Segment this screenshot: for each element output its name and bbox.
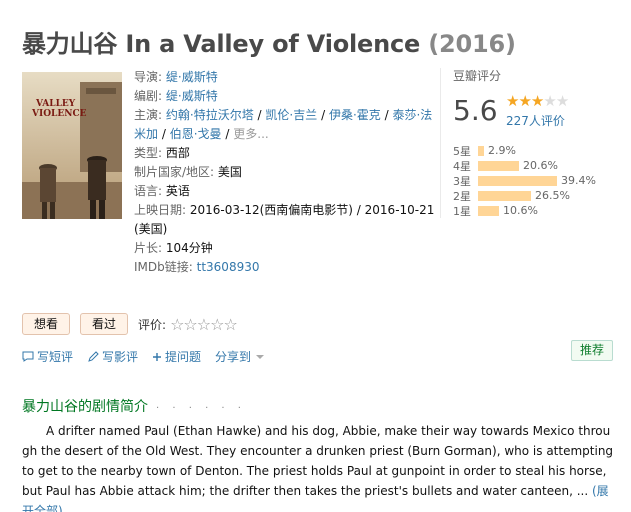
rating-row: 4星 20.6% bbox=[453, 158, 613, 173]
star-outline-icon[interactable]: ☆ bbox=[170, 315, 184, 334]
action-links: 写短评 写影评 提问题 分享到 bbox=[22, 348, 282, 365]
plus-icon bbox=[153, 352, 162, 361]
rating-row-pct: 39.4% bbox=[561, 174, 596, 187]
cast-sep: / bbox=[225, 127, 230, 141]
star-outline-icon[interactable]: ☆ bbox=[183, 315, 197, 334]
rating-row: 2星 26.5% bbox=[453, 188, 613, 203]
director-link[interactable]: 缇·威斯特 bbox=[166, 70, 218, 84]
cast-sep: / bbox=[384, 108, 389, 122]
star-icon: ★ bbox=[518, 92, 531, 110]
poster-image: VALLEY VIOLENCE bbox=[22, 72, 122, 219]
pencil-icon bbox=[88, 350, 99, 362]
imdb-link[interactable]: tt3608930 bbox=[197, 260, 260, 274]
movie-poster[interactable]: VALLEY VIOLENCE bbox=[22, 72, 122, 219]
rating-bar bbox=[478, 175, 557, 186]
writer-link[interactable]: 缇·威斯特 bbox=[166, 89, 218, 103]
cast-link[interactable]: 伯恩·戈曼 bbox=[170, 127, 222, 141]
write-review-label: 写影评 bbox=[102, 350, 139, 364]
rating-row-pct: 26.5% bbox=[535, 189, 570, 202]
star-icon: ★ bbox=[506, 92, 519, 110]
imdb-label: IMDb链接: bbox=[134, 260, 193, 274]
summary-text: A drifter named Paul (Ethan Hawke) and h… bbox=[22, 421, 615, 512]
write-review-link[interactable]: 写影评 bbox=[87, 348, 138, 365]
rating-row: 3星 39.4% bbox=[453, 173, 613, 188]
cast-sep: / bbox=[257, 108, 262, 122]
cast-sep: / bbox=[321, 108, 326, 122]
rating-bar bbox=[478, 145, 484, 156]
rating-row-pct: 10.6% bbox=[503, 204, 538, 217]
rating-row-star: 1星 bbox=[453, 204, 471, 218]
star-outline-icon[interactable]: ☆ bbox=[223, 315, 237, 334]
page-title: 暴力山谷 In a Valley of Violence (2016) bbox=[22, 24, 516, 59]
cast-row: 主演: 约翰·特拉沃尔塔 / 凯伦·吉兰 / 伊桑·霍克 / 泰莎·法米加 / … bbox=[134, 106, 439, 144]
cast-link[interactable]: 伊桑·霍克 bbox=[329, 108, 381, 122]
country-label: 制片国家/地区: bbox=[134, 165, 215, 179]
chevron-down-icon bbox=[256, 354, 265, 359]
summary-dots: · · · · · · bbox=[156, 403, 246, 414]
movie-title: 暴力山谷 In a Valley of Violence bbox=[22, 30, 421, 58]
rating-bar bbox=[478, 190, 531, 201]
rating-row-star: 4星 bbox=[453, 159, 471, 173]
cast-link[interactable]: 约翰·特拉沃尔塔 bbox=[166, 108, 254, 122]
rating-panel: 豆瓣评分 5.6 ★★★★★ 227人评价 5星 2.9% 4星 20.6% 3星 3… bbox=[440, 68, 612, 218]
write-short-review-label: 写短评 bbox=[37, 350, 74, 364]
rating-distribution: 5星 2.9% 4星 20.6% 3星 39.4% 2星 26.5% 1星 10.6% bbox=[453, 143, 613, 218]
summary-title: 暴力山谷的剧情简介 bbox=[22, 399, 148, 415]
summary-heading: 暴力山谷的剧情简介 · · · · · · bbox=[22, 396, 246, 416]
svg-text:VIOLENCE: VIOLENCE bbox=[31, 109, 87, 119]
language-value: 英语 bbox=[165, 184, 190, 198]
star-outline-icon[interactable]: ☆ bbox=[210, 315, 224, 334]
rating-bar bbox=[478, 160, 519, 171]
user-rate-label: 评价: bbox=[138, 317, 167, 332]
write-short-review-link[interactable]: 写短评 bbox=[22, 348, 73, 365]
rating-label: 豆瓣评分 bbox=[453, 69, 502, 83]
movie-year: (2016) bbox=[428, 30, 516, 58]
star-outline-icon[interactable]: ☆ bbox=[197, 315, 211, 334]
rating-stars: ★★★★★ bbox=[506, 92, 569, 110]
runtime-label: 片长: bbox=[134, 241, 163, 255]
interest-buttons: 想看 看过 评价: ☆☆☆☆☆ bbox=[22, 313, 238, 335]
star-icon: ★ bbox=[530, 92, 544, 110]
star-icon: ★ bbox=[543, 92, 556, 110]
movie-info: 导演: 缇·威斯特 编剧: 缇·威斯特 主演: 约翰·特拉沃尔塔 / 凯伦·吉兰… bbox=[134, 68, 439, 277]
genre-label: 类型: bbox=[134, 146, 163, 160]
watched-button[interactable]: 看过 bbox=[80, 313, 129, 335]
director-label: 导演: bbox=[134, 70, 163, 84]
rating-row-pct: 2.9% bbox=[488, 144, 516, 157]
share-label: 分享到 bbox=[215, 350, 252, 364]
ask-question-link[interactable]: 提问题 bbox=[152, 348, 201, 365]
svg-text:VALLEY: VALLEY bbox=[35, 99, 76, 109]
cast-label: 主演: bbox=[134, 108, 163, 122]
rating-row: 5星 2.9% bbox=[453, 143, 613, 158]
cast-more-link[interactable]: 更多... bbox=[233, 127, 268, 141]
writer-label: 编剧: bbox=[134, 89, 163, 103]
country-value: 美国 bbox=[217, 165, 242, 179]
rating-bar bbox=[478, 205, 499, 216]
share-dropdown[interactable]: 分享到 bbox=[215, 348, 268, 365]
genre-value: 西部 bbox=[165, 146, 190, 160]
rating-row-pct: 20.6% bbox=[523, 159, 558, 172]
rating-row-star: 5星 bbox=[453, 144, 471, 158]
recommend-button[interactable]: 推荐 bbox=[571, 340, 614, 361]
cast-link[interactable]: 凯伦·吉兰 bbox=[265, 108, 317, 122]
summary-body: A drifter named Paul (Ethan Hawke) and h… bbox=[22, 424, 614, 498]
rating-row-star: 3星 bbox=[453, 174, 471, 188]
rating-row: 1星 10.6% bbox=[453, 203, 613, 218]
release-label: 上映日期: bbox=[134, 203, 187, 217]
cast-sep: / bbox=[161, 127, 166, 141]
star-icon: ★ bbox=[555, 92, 569, 110]
comment-icon bbox=[22, 351, 34, 362]
rating-votes-link[interactable]: 227人评价 bbox=[506, 112, 565, 129]
user-rating-stars: ☆☆☆☆☆ bbox=[170, 315, 238, 334]
rating-score: 5.6 bbox=[453, 94, 498, 127]
runtime-value: 104分钟 bbox=[165, 241, 213, 255]
want-to-watch-button[interactable]: 想看 bbox=[22, 313, 71, 335]
rating-row-star: 2星 bbox=[453, 189, 471, 203]
language-label: 语言: bbox=[134, 184, 163, 198]
ask-question-label: 提问题 bbox=[165, 350, 202, 364]
